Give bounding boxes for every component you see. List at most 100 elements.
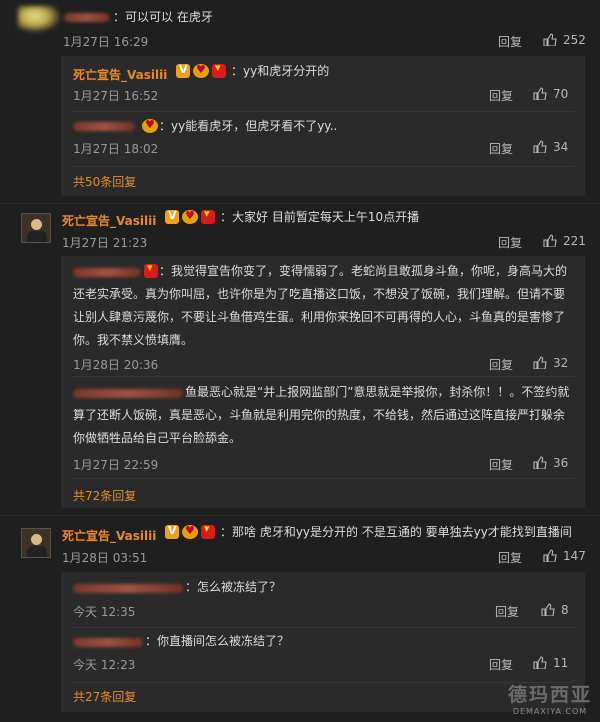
vip-icon	[182, 209, 198, 224]
reply-button[interactable]: 回复	[489, 456, 513, 473]
reply-author[interactable]: 死亡宣告_Vasilii	[73, 66, 167, 83]
watermark-title: 德玛西亚	[507, 684, 592, 706]
more-replies-link[interactable]: 共72条回复	[73, 487, 136, 504]
reply-text-line: 让别人肆意污蔑你，不要让斗鱼借鸡生蛋。利用你来挽回不可再得的人心，斗鱼真的是害惨…	[73, 310, 566, 324]
reply-button[interactable]: 回复	[489, 656, 513, 673]
comment-text: ：那啥 虎牙和yy是分开的 不是互通的 要单独去yy才能找到直播间	[220, 525, 572, 539]
reply-button[interactable]: 回复	[489, 356, 513, 373]
reply-time: 1月27日 18:02	[73, 142, 159, 156]
reply-text-line: 算了还断人饭碗，真是恶心，斗鱼就是利用完你的热度，不给钱，然后通过这阵直接严打躲…	[73, 408, 566, 422]
more-replies-link[interactable]: 共50条回复	[73, 173, 136, 190]
like-button[interactable]: 147	[543, 549, 586, 563]
reply-box-3: ：怎么被冻结了？ 今天 12:35 回复 8 ：你直播间怎么被冻结了？ 今天 1…	[61, 572, 585, 712]
reply-text: ：怎么被冻结了？	[185, 580, 282, 594]
reply-time: 今天 12:23	[73, 658, 136, 672]
reply-item: 死亡宣告_Vasilii ：yy和虎牙分开的 1月27日 16:52 回复 70	[61, 56, 585, 110]
reply-button[interactable]: 回复	[489, 140, 513, 157]
thumbs-up-icon	[543, 234, 557, 247]
comment-text: ：可以可以 在虎牙	[113, 10, 213, 24]
reply-item: ：yy能看虎牙，但虎牙看不了yy.. 1月27日 18:02 回复 34	[61, 112, 585, 166]
avatar[interactable]	[18, 6, 60, 32]
reply-time: 1月27日 22:59	[73, 458, 159, 472]
reply-item: ：我觉得宣告你变了，变得懦弱了。老蛇尚且敢孤身斗鱼，你呢，身高马大的 还老实承受…	[61, 256, 585, 376]
avatar[interactable]	[21, 528, 51, 558]
user-badges	[173, 61, 226, 79]
divider	[71, 682, 575, 683]
reply-button[interactable]: 回复	[498, 33, 522, 50]
reply-button[interactable]: 回复	[498, 234, 522, 251]
like-count: 147	[563, 549, 586, 563]
reply-time: 今天 12:35	[73, 605, 136, 619]
verified-icon	[165, 209, 179, 224]
comment-time: 1月28日 03:51	[62, 551, 148, 565]
reply-time: 1月28日 20:36	[73, 358, 159, 372]
reply-button[interactable]: 回复	[498, 549, 522, 566]
thumbs-up-icon	[533, 140, 547, 153]
like-count: 11	[553, 656, 569, 670]
thumbs-up-icon	[533, 87, 547, 100]
comment-author[interactable]: 死亡宣告_Vasilii	[62, 212, 156, 229]
thumbs-up-icon	[543, 33, 557, 46]
blurred-username	[73, 584, 183, 593]
reply-box-1: 死亡宣告_Vasilii ：yy和虎牙分开的 1月27日 16:52 回复 70…	[61, 56, 585, 196]
vip-icon	[193, 63, 209, 78]
divider	[71, 166, 575, 167]
reply-text-line: ：我觉得宣告你变了，变得懦弱了。老蛇尚且敢孤身斗鱼，你呢，身高马大的	[159, 264, 568, 278]
like-count: 70	[553, 87, 569, 101]
verified-icon	[176, 63, 190, 78]
more-replies-link[interactable]: 共27条回复	[73, 688, 136, 705]
like-button[interactable]: 36	[533, 456, 568, 470]
comment-time: 1月27日 21:23	[62, 236, 148, 250]
reply-button[interactable]: 回复	[489, 87, 513, 104]
like-count: 32	[553, 356, 569, 370]
reply-text-line: 你做牺牲品给自己平台脸舔金。	[73, 431, 242, 445]
thumbs-up-icon	[533, 356, 547, 369]
like-count: 221	[563, 234, 586, 248]
watermark-logo: 德玛西亚 DEMAXIYA.COM	[508, 680, 592, 716]
avatar[interactable]	[21, 213, 51, 243]
like-button[interactable]: 70	[533, 87, 568, 101]
thumbs-up-icon	[533, 656, 547, 669]
comment-divider	[0, 203, 600, 204]
like-button[interactable]: 252	[543, 33, 586, 47]
reply-text: ：你直播间怎么被冻结了？	[145, 634, 290, 648]
blurred-username	[73, 638, 143, 647]
thumbs-up-icon	[533, 456, 547, 469]
like-button[interactable]: 11	[533, 656, 568, 670]
reply-text: 鱼最恶心就是“并上报网监部门”意思就是举报你，封杀你！！。不签约就 算了还断人饭…	[73, 381, 578, 450]
comment-text: ：大家好 目前暂定每天上午10点开播	[220, 210, 420, 224]
reply-item: ：怎么被冻结了？ 今天 12:35 回复 8	[61, 572, 585, 626]
reply-time: 1月27日 16:52	[73, 89, 159, 103]
reply-item: 鱼最恶心就是“并上报网监部门”意思就是举报你，封杀你！！。不签约就 算了还断人饭…	[61, 378, 585, 474]
comment-divider	[0, 515, 600, 516]
user-badges	[162, 522, 215, 540]
like-count: 36	[553, 456, 569, 470]
fan-badge-icon	[201, 522, 215, 539]
reply-item: ：你直播间怎么被冻结了？ 今天 12:23 回复 11	[61, 628, 585, 682]
fan-badge-icon	[201, 207, 215, 224]
reply-text: ：yy能看虎牙，但虎牙看不了yy..	[159, 119, 338, 133]
reply-text-line: 还老实承受。真为你叫屈，也许你是为了吃直播这口饭，不想没了饭碗，我们理解。但请不…	[73, 287, 566, 301]
verified-icon	[165, 524, 179, 539]
reply-button[interactable]: 回复	[495, 603, 519, 620]
blurred-username	[64, 13, 110, 22]
like-count: 8	[561, 603, 569, 617]
blurred-username	[73, 122, 135, 131]
comment-author[interactable]: 死亡宣告_Vasilii	[62, 527, 156, 544]
thumbs-up-icon	[543, 549, 557, 562]
divider	[71, 478, 575, 479]
vip-icon	[182, 524, 198, 539]
thumbs-up-icon	[541, 603, 555, 616]
like-button[interactable]: 221	[543, 234, 586, 248]
like-button[interactable]: 8	[541, 603, 569, 617]
like-button[interactable]: 34	[533, 140, 568, 154]
watermark-url: DEMAXIYA.COM	[512, 707, 588, 716]
like-button[interactable]: 32	[533, 356, 568, 370]
divider	[71, 376, 575, 377]
vip-icon	[142, 118, 158, 133]
like-count: 252	[563, 33, 586, 47]
fan-badge-icon	[212, 61, 226, 78]
reply-text-line: 鱼最恶心就是“并上报网监部门”意思就是举报你，封杀你！！。不签约就	[185, 385, 570, 399]
reply-text: ：yy和虎牙分开的	[231, 64, 330, 78]
reply-text: ：我觉得宣告你变了，变得懦弱了。老蛇尚且敢孤身斗鱼，你呢，身高马大的 还老实承受…	[73, 260, 578, 352]
